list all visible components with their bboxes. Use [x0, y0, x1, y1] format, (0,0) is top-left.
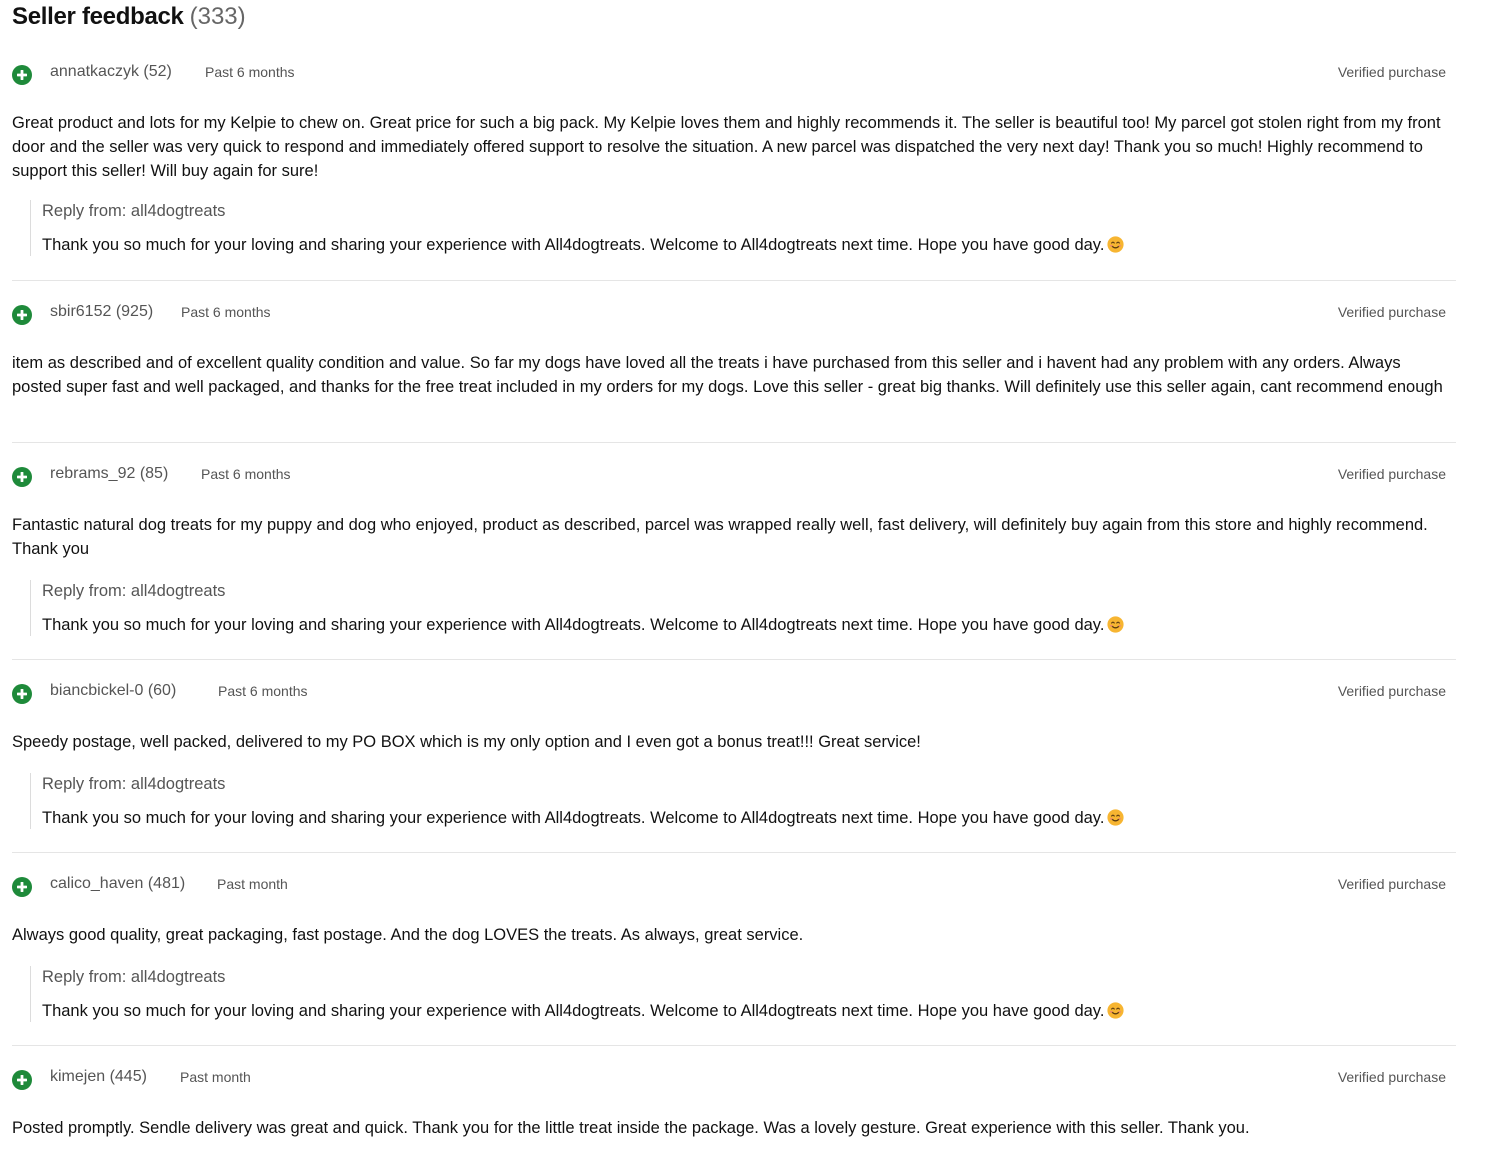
feedback-username[interactable]: calico_haven (481) [50, 874, 185, 894]
feedback-comment: Speedy postage, well packed, delivered t… [12, 733, 921, 751]
positive-rating-icon [12, 684, 32, 704]
reply-text-row: Thank you so much for your loving and sh… [42, 807, 1442, 829]
seller-reply: Reply from: all4dogtreats Thank you so m… [30, 200, 1442, 256]
reply-text: Thank you so much for your loving and sh… [42, 809, 1105, 827]
smiling-face-icon [1107, 616, 1124, 633]
positive-rating-icon [12, 877, 32, 897]
divider [12, 1045, 1456, 1046]
divider [12, 852, 1456, 853]
feedback-username[interactable]: rebrams_92 (85) [50, 464, 168, 484]
feedback-time: Past 6 months [201, 466, 291, 482]
verified-purchase-label: Verified purchase [1337, 304, 1446, 320]
positive-rating-icon [12, 1070, 32, 1090]
feedback-meta: annatkaczyk (52) Past 6 months Verified … [12, 62, 1446, 86]
smiling-face-icon [1107, 236, 1124, 253]
section-title: Seller feedback [12, 3, 184, 30]
feedback-time: Past 6 months [181, 304, 271, 320]
feedback-username[interactable]: biancbickel-0 (60) [50, 681, 176, 701]
feedback-username[interactable]: kimejen (445) [50, 1067, 147, 1087]
seller-reply: Reply from: all4dogtreats Thank you so m… [30, 580, 1442, 636]
seller-feedback-page: Seller feedback (333) annatkaczyk (52) P… [0, 0, 1500, 1157]
reply-text-row: Thank you so much for your loving and sh… [42, 614, 1442, 636]
smiling-face-icon [1107, 809, 1124, 826]
reply-text: Thank you so much for your loving and sh… [42, 236, 1105, 254]
feedback-username[interactable]: annatkaczyk (52) [50, 62, 172, 82]
reply-text: Thank you so much for your loving and sh… [42, 616, 1105, 634]
feedback-meta: kimejen (445) Past month Verified purcha… [12, 1067, 1446, 1091]
feedback-meta: biancbickel-0 (60) Past 6 months Verifie… [12, 681, 1446, 705]
feedback-item: rebrams_92 (85) Past 6 months Verified p… [12, 464, 1456, 649]
verified-purchase-label: Verified purchase [1337, 1069, 1446, 1085]
reply-label: Reply from: all4dogtreats [42, 582, 226, 600]
positive-rating-icon [12, 467, 32, 487]
verified-purchase-label: Verified purchase [1337, 683, 1446, 699]
feedback-item: calico_haven (481) Past month Verified p… [12, 874, 1456, 1036]
feedback-meta: sbir6152 (925) Past 6 months Verified pu… [12, 302, 1446, 326]
feedback-item: annatkaczyk (52) Past 6 months Verified … [12, 62, 1456, 272]
feedback-item: biancbickel-0 (60) Past 6 months Verifie… [12, 681, 1456, 843]
feedback-time: Past 6 months [205, 64, 295, 80]
feedback-comment: Great product and lots for my Kelpie to … [12, 114, 1441, 180]
seller-reply: Reply from: all4dogtreats Thank you so m… [30, 966, 1442, 1022]
feedback-comment: Posted promptly. Sendle delivery was gre… [12, 1119, 1250, 1137]
divider [12, 442, 1456, 443]
feedback-time: Past month [180, 1069, 251, 1085]
section-header: Seller feedback (333) [12, 3, 246, 35]
reply-text-row: Thank you so much for your loving and sh… [42, 234, 1442, 256]
seller-reply: Reply from: all4dogtreats Thank you so m… [30, 773, 1442, 829]
feedback-item: sbir6152 (925) Past 6 months Verified pu… [12, 302, 1456, 432]
feedback-count: (333) [189, 3, 246, 30]
verified-purchase-label: Verified purchase [1337, 876, 1446, 892]
reply-label: Reply from: all4dogtreats [42, 968, 226, 986]
verified-purchase-label: Verified purchase [1337, 64, 1446, 80]
feedback-comment: item as described and of excellent quali… [12, 354, 1443, 396]
reply-label: Reply from: all4dogtreats [42, 775, 226, 793]
reply-text-row: Thank you so much for your loving and sh… [42, 1000, 1442, 1022]
feedback-comment: Always good quality, great packaging, fa… [12, 926, 804, 944]
feedback-username[interactable]: sbir6152 (925) [50, 302, 153, 322]
verified-purchase-label: Verified purchase [1337, 466, 1446, 482]
reply-text: Thank you so much for your loving and sh… [42, 1002, 1105, 1020]
divider [12, 280, 1456, 281]
feedback-comment: Fantastic natural dog treats for my pupp… [12, 516, 1428, 558]
smiling-face-icon [1107, 1002, 1124, 1019]
feedback-time: Past month [217, 876, 288, 892]
feedback-meta: calico_haven (481) Past month Verified p… [12, 874, 1446, 898]
reply-label: Reply from: all4dogtreats [42, 202, 226, 220]
divider [12, 659, 1456, 660]
feedback-item: kimejen (445) Past month Verified purcha… [12, 1067, 1456, 1152]
feedback-meta: rebrams_92 (85) Past 6 months Verified p… [12, 464, 1446, 488]
feedback-time: Past 6 months [218, 683, 308, 699]
positive-rating-icon [12, 65, 32, 85]
positive-rating-icon [12, 305, 32, 325]
